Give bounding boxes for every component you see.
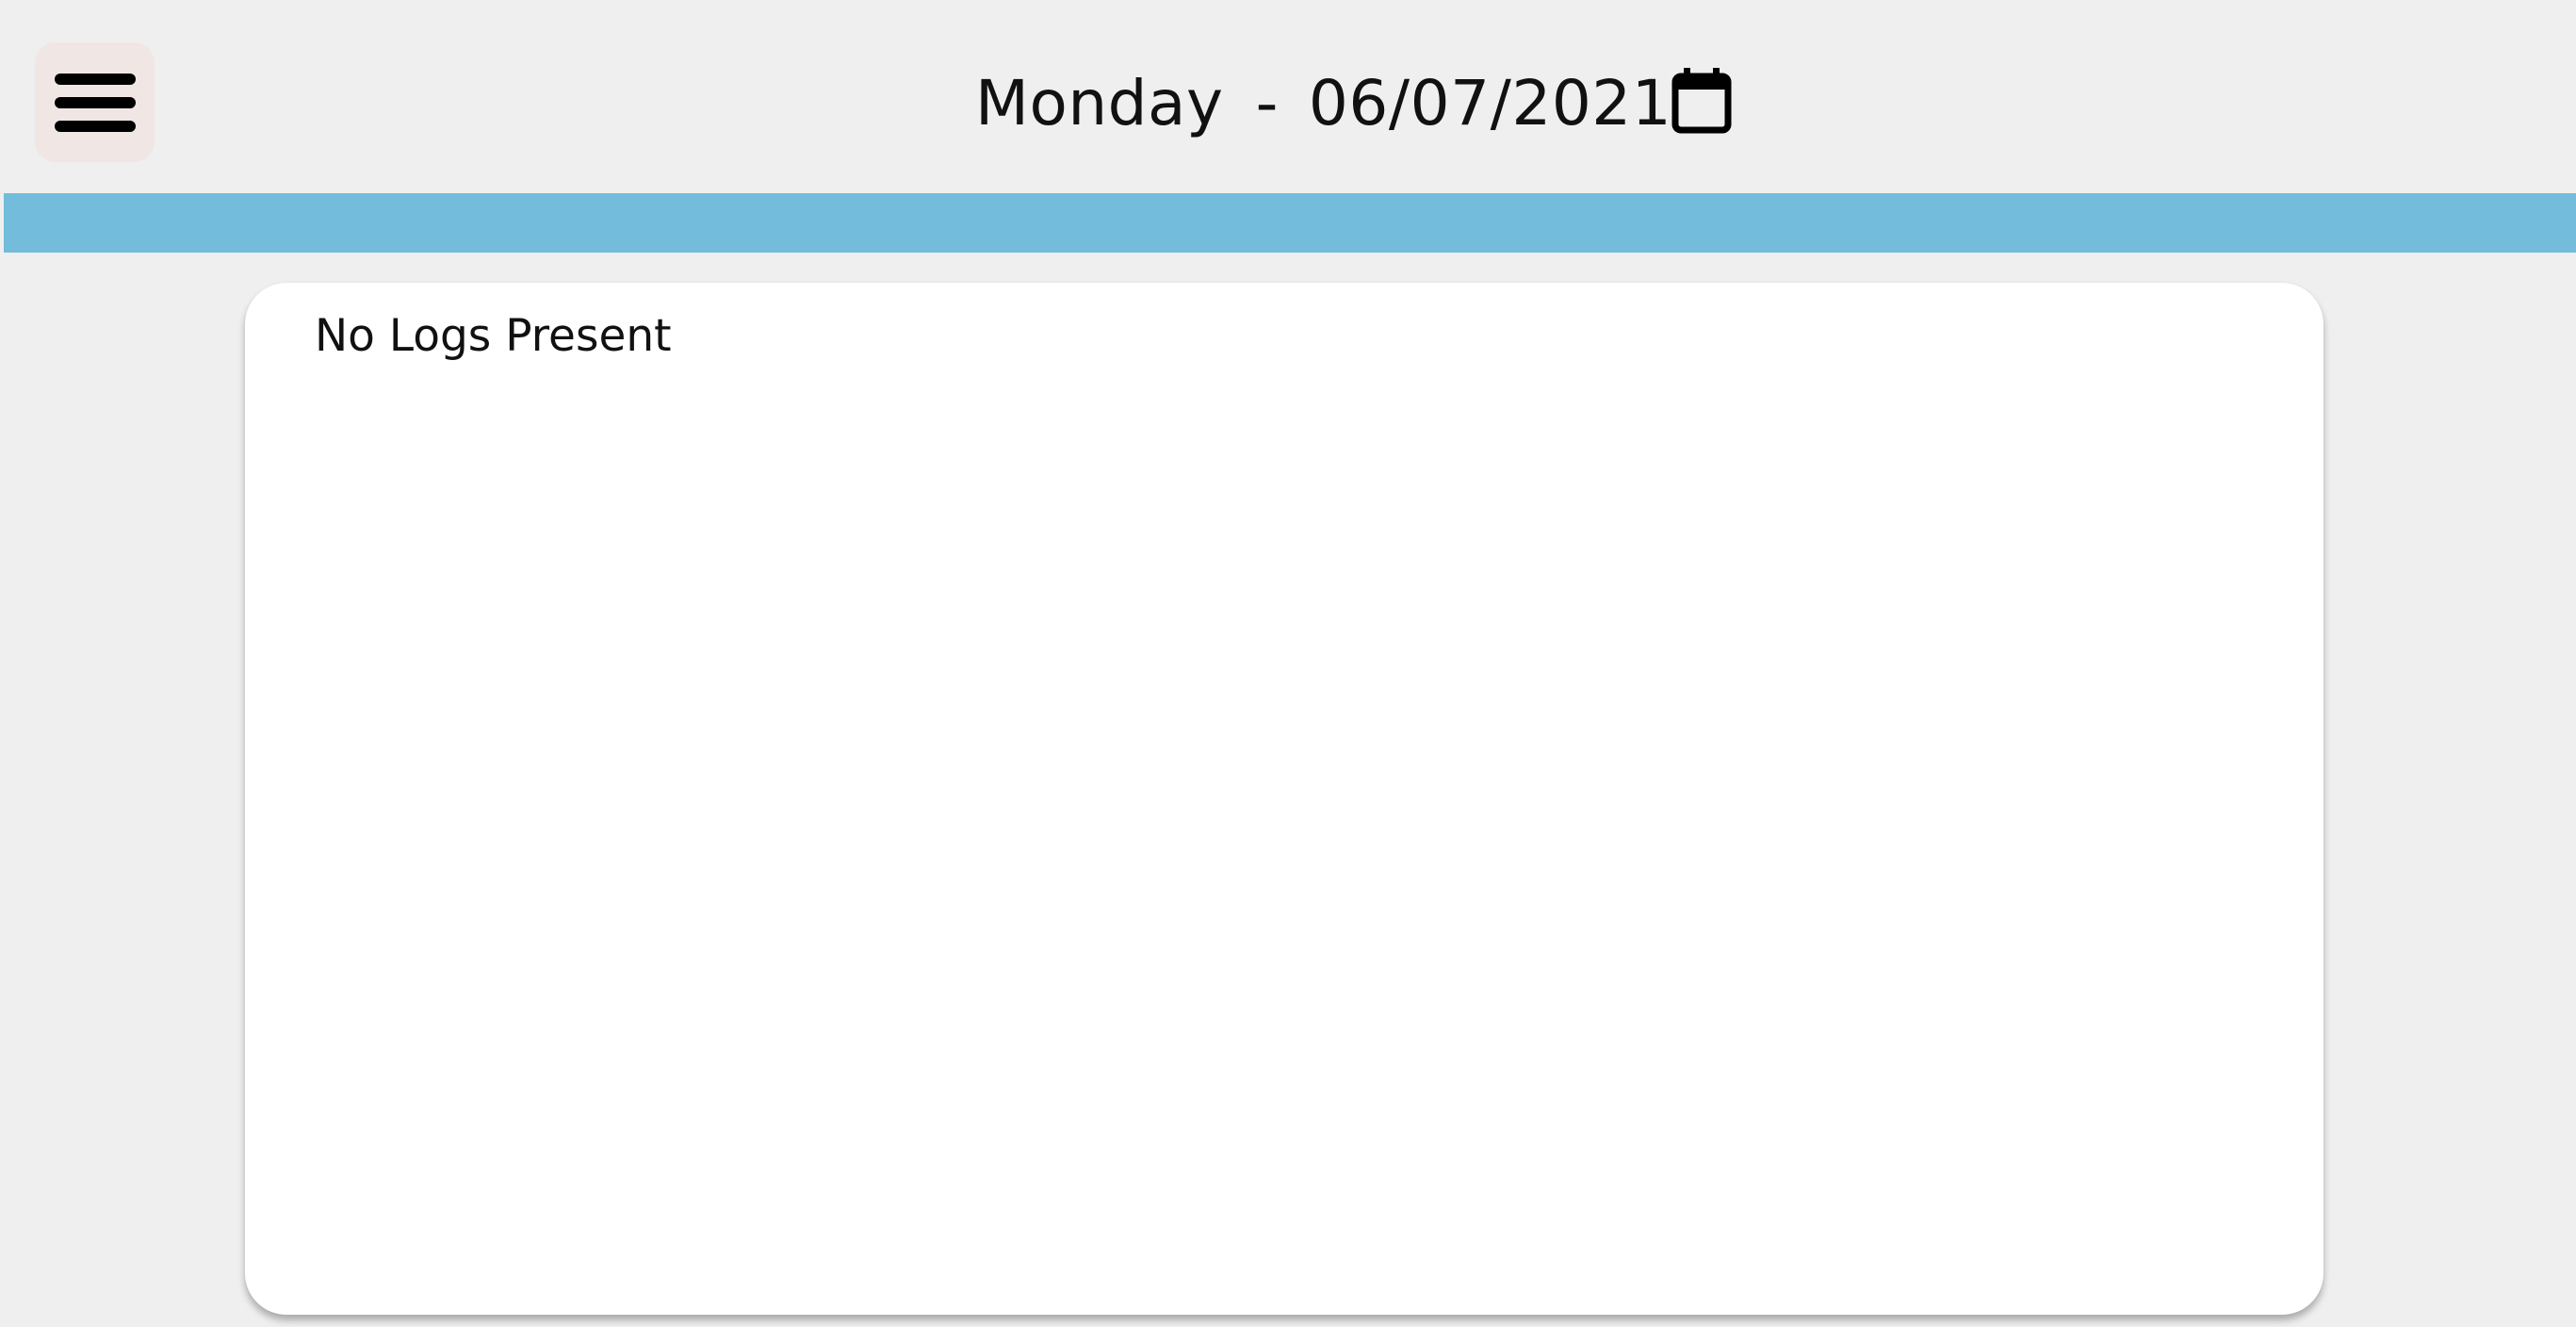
hamburger-menu-icon xyxy=(54,73,136,132)
date-header: Monday - 06/07/2021 xyxy=(975,64,1671,143)
accent-bar xyxy=(4,193,2576,253)
day-label: Monday xyxy=(975,67,1224,139)
empty-logs-message: No Logs Present xyxy=(315,310,672,362)
calendar-icon xyxy=(1671,68,1732,134)
date-separator: - xyxy=(1255,67,1279,139)
calendar-button[interactable] xyxy=(1671,66,1732,134)
menu-button[interactable] xyxy=(35,42,155,162)
log-card: No Logs Present xyxy=(245,283,2323,1315)
date-label: 06/07/2021 xyxy=(1308,67,1672,139)
